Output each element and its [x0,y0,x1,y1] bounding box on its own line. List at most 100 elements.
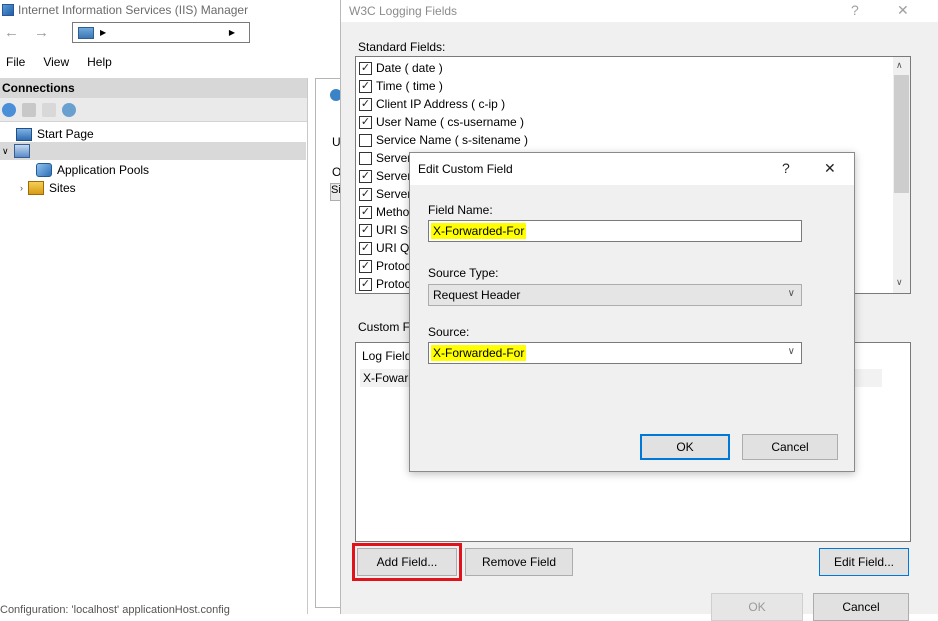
source-type-value: Request Header [433,288,521,302]
checkbox-checked[interactable]: ✓ [359,205,372,219]
standard-field-label: Service Name ( s-sitename ) [376,133,529,147]
connections-toolbar [0,98,307,122]
standard-field-label: Client IP Address ( c-ip ) [376,97,506,111]
start-page-icon [16,127,32,141]
checkbox-checked[interactable]: ✓ [359,259,372,273]
connect-icon[interactable] [2,102,16,117]
standard-fields-label: Standard Fields: [358,40,446,54]
standard-field-row[interactable]: ✓ Server [359,185,411,203]
remove-field-button[interactable]: Remove Field [465,548,573,576]
scroll-up-icon[interactable]: ∧ [896,60,903,71]
address-bar[interactable]: ▶ ▶ [72,22,250,43]
standard-field-row[interactable]: ✓ Time ( time ) [359,77,443,95]
save-icon[interactable] [22,102,36,117]
custom-fields-column-header: Log Field [362,349,412,363]
server-icon [13,144,30,158]
server-icon [78,26,94,39]
standard-field-row[interactable]: ✓ Server [359,167,411,185]
add-field-button[interactable]: Add Field... [352,543,462,581]
help-icon[interactable]: ? [851,2,859,18]
edit-field-button[interactable]: Edit Field... [819,548,909,576]
checkbox-checked[interactable]: ✓ [359,97,372,111]
forward-arrow-icon[interactable]: → [34,24,49,41]
chevron-down-icon[interactable]: ∨ [788,346,795,357]
checkbox-checked[interactable]: ✓ [359,187,372,201]
standard-field-row[interactable]: Service Name ( s-sitename ) [359,131,528,149]
breadcrumb-arrow-icon[interactable]: ▶ [100,28,106,37]
menu-help[interactable]: Help [87,55,112,69]
edit-cancel-button[interactable]: Cancel [742,434,838,460]
tree-item-start-page[interactable]: Start Page [16,125,94,143]
standard-field-row[interactable]: ✓ Protoc [359,275,411,293]
standard-field-row[interactable]: ✓ Protoc [359,257,411,275]
menu-view[interactable]: View [43,55,69,69]
tree-item-label: Application Pools [57,163,150,177]
checkbox-unchecked[interactable] [359,151,372,165]
scroll-thumb[interactable] [894,75,909,193]
field-name-input[interactable]: X-Forwarded-For [428,220,802,242]
tree-item-server[interactable]: ∨ [2,142,35,160]
tree-item-sites[interactable]: › Sites [20,179,76,197]
field-name-label: Field Name: [428,203,493,217]
standard-field-label: Metho [376,205,410,219]
standard-field-row[interactable]: Server [359,149,411,167]
standard-field-row[interactable]: ✓ User Name ( cs-username ) [359,113,524,131]
tree-selected-row [0,142,306,160]
edit-titlebar: Edit Custom Field ? ✕ [410,153,854,185]
source-type-select[interactable]: Request Header ∨ [428,284,802,306]
edit-dialog-title: Edit Custom Field [418,162,513,176]
source-value: X-Forwarded-For [431,345,527,361]
w3c-ok-button[interactable]: OK [711,593,803,621]
back-arrow-icon[interactable]: ← [4,24,19,41]
features-pane: U O Si [315,78,344,608]
checkbox-unchecked[interactable] [359,133,372,147]
tree-item-application-pools[interactable]: Application Pools [36,161,149,179]
standard-field-label: Protoc [376,259,411,273]
checkbox-checked[interactable]: ✓ [359,61,372,75]
checkbox-checked[interactable]: ✓ [359,115,372,129]
edit-ok-button[interactable]: OK [640,434,730,460]
tree-item-label: Sites [49,181,76,195]
checkbox-checked[interactable]: ✓ [359,169,372,183]
scroll-down-icon[interactable]: ∨ [896,277,903,288]
menu-bar: File View Help [0,52,112,72]
standard-field-row[interactable]: ✓ URI Qu [359,239,416,257]
source-combo[interactable]: X-Forwarded-For ∨ [428,342,802,364]
sites-icon [28,181,44,195]
standard-field-label: Date ( date ) [376,61,443,75]
help-icon[interactable]: ? [782,160,790,176]
standard-fields-scrollbar[interactable]: ∧ ∨ [893,57,910,293]
iis-titlebar: Internet Information Services (IIS) Mana… [0,0,340,20]
disconnect-icon[interactable] [62,102,76,117]
iis-window-title: Internet Information Services (IIS) Mana… [18,3,249,17]
edit-custom-field-dialog: Edit Custom Field ? ✕ Field Name: X-Forw… [409,152,855,472]
iis-app-icon [2,4,14,16]
standard-field-label: Server [376,151,412,165]
w3c-cancel-button[interactable]: Cancel [813,593,909,621]
close-icon[interactable]: ✕ [824,160,836,177]
custom-field-name: X-Foward [363,371,416,385]
chevron-right-icon[interactable]: › [20,183,23,193]
chevron-down-icon[interactable]: ∨ [2,146,9,157]
field-name-value: X-Forwarded-For [431,223,527,239]
w3c-dialog-title: W3C Logging Fields [349,4,458,18]
up-icon[interactable] [42,102,56,117]
w3c-titlebar: W3C Logging Fields ? ✕ [341,0,938,22]
source-label: Source: [428,325,470,339]
chevron-down-icon: ∨ [787,288,795,299]
source-type-label: Source Type: [428,266,499,280]
menu-file[interactable]: File [6,55,25,69]
application-pools-icon [36,163,52,177]
checkbox-checked[interactable]: ✓ [359,223,372,237]
checkbox-checked[interactable]: ✓ [359,241,372,255]
standard-field-row[interactable]: ✓ Client IP Address ( c-ip ) [359,95,505,113]
standard-field-label: User Name ( cs-username ) [376,115,525,129]
close-icon[interactable]: ✕ [897,2,909,19]
standard-field-label: Time ( time ) [376,79,443,93]
checkbox-checked[interactable]: ✓ [359,277,372,291]
checkbox-checked[interactable]: ✓ [359,79,372,93]
breadcrumb-arrow-icon[interactable]: ▶ [229,28,235,37]
standard-field-row[interactable]: ✓ Date ( date ) [359,59,443,77]
standard-field-row[interactable]: ✓ Metho [359,203,409,221]
standard-field-label: Protoc [376,277,411,291]
